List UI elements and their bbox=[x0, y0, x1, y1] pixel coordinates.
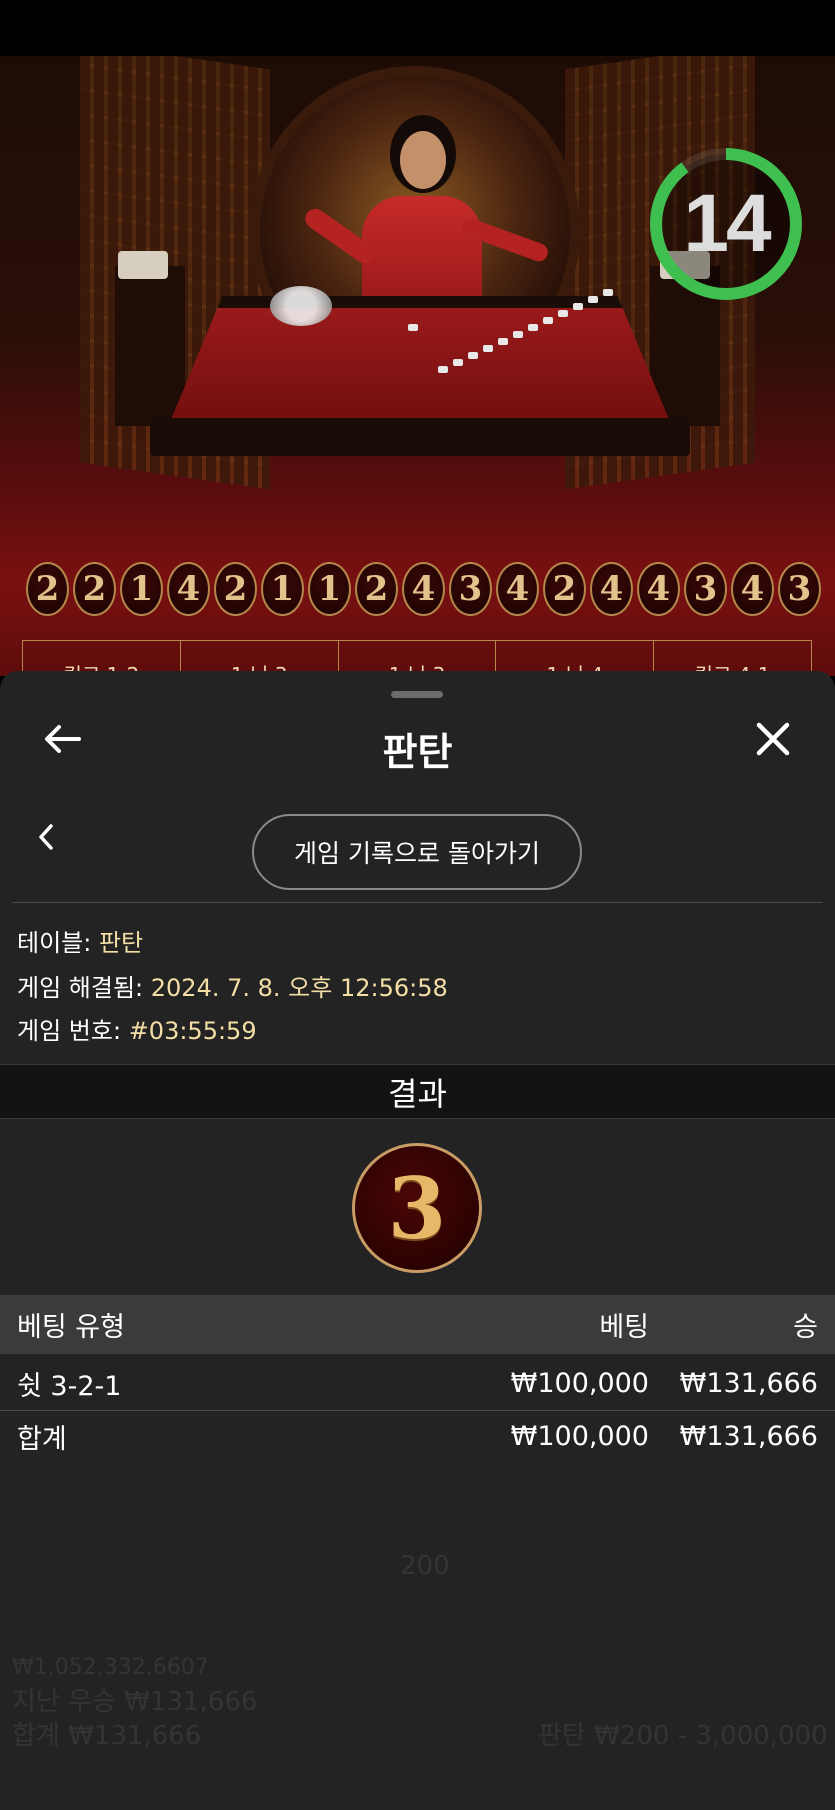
balance-ghost: ₩1,052,332.6607 bbox=[12, 1655, 209, 1680]
result-history: 22142112434244343 bbox=[26, 562, 835, 618]
history-bead: 3 bbox=[449, 562, 492, 616]
history-bead: 1 bbox=[120, 562, 163, 616]
info-game-number-label: 게임 번호: bbox=[17, 1017, 122, 1045]
total-bet: ₩100,000 bbox=[510, 1420, 649, 1452]
bonsai-pot bbox=[118, 251, 168, 279]
table-bead bbox=[543, 317, 553, 324]
history-bead: 4 bbox=[167, 562, 210, 616]
total-row: 합계 ₩100,000 ₩131,666 bbox=[0, 1410, 835, 1462]
history-bead: 2 bbox=[214, 562, 257, 616]
total-label: 합계 bbox=[17, 1423, 67, 1455]
history-bead: 4 bbox=[590, 562, 633, 616]
total-win: ₩131,666 bbox=[679, 1420, 818, 1452]
row-win: ₩131,666 bbox=[679, 1367, 818, 1399]
chevron-left-icon bbox=[39, 824, 53, 850]
history-bead: 2 bbox=[73, 562, 116, 616]
info-resolved: 게임 해결됨: 2024. 7. 8. 오후 12:56:58 bbox=[17, 968, 448, 1003]
table-bead bbox=[573, 303, 583, 310]
history-bead: 2 bbox=[26, 562, 69, 616]
dealer-head bbox=[400, 131, 446, 189]
history-bead: 1 bbox=[308, 562, 351, 616]
table-bead bbox=[603, 289, 613, 296]
info-resolved-value: 2024. 7. 8. 오후 12:56:58 bbox=[150, 974, 448, 1002]
close-button[interactable] bbox=[750, 716, 796, 762]
divider bbox=[12, 902, 823, 903]
info-table-label: 테이블: bbox=[17, 929, 92, 957]
status-bar bbox=[0, 0, 835, 56]
total-ghost: 합계 ₩131,666 bbox=[12, 1721, 202, 1751]
game-table-edge bbox=[150, 418, 690, 456]
sheet-grabber[interactable] bbox=[391, 691, 443, 698]
previous-game-button[interactable] bbox=[30, 817, 62, 857]
chip-value-ghost: 200 bbox=[400, 1551, 450, 1581]
table-bead bbox=[528, 324, 538, 331]
info-resolved-label: 게임 해결됨: bbox=[17, 974, 144, 1002]
last-win-ghost: 지난 우승 ₩131,666 bbox=[12, 1687, 258, 1717]
history-bead: 3 bbox=[684, 562, 727, 616]
history-bead: 4 bbox=[402, 562, 445, 616]
result-header: 결과 bbox=[0, 1064, 835, 1119]
info-table-value: 판탄 bbox=[98, 929, 144, 957]
side-stand-left bbox=[115, 266, 185, 426]
history-bead: 4 bbox=[637, 562, 680, 616]
table-bead bbox=[453, 359, 463, 366]
header-bet: 베팅 bbox=[599, 1312, 649, 1343]
table-bead bbox=[408, 324, 418, 331]
history-bead: 3 bbox=[778, 562, 821, 616]
game-history-sheet: 판탄 게임 기록으로 돌아가기 테이블: 판탄 게임 해결됨: 2024. 7.… bbox=[0, 671, 835, 1810]
result-ball: 3 bbox=[352, 1143, 482, 1273]
info-game-number: 게임 번호: #03:55:59 bbox=[17, 1011, 257, 1046]
table-bead bbox=[558, 310, 568, 317]
table-bead bbox=[483, 345, 493, 352]
sheet-title: 판탄 bbox=[382, 730, 453, 774]
history-bead: 1 bbox=[261, 562, 304, 616]
history-bead: 2 bbox=[543, 562, 586, 616]
row-bet: ₩100,000 bbox=[510, 1367, 649, 1399]
table-bead bbox=[438, 366, 448, 373]
row-bet-type: 쉿 3-2-1 bbox=[17, 1370, 122, 1402]
history-bead: 4 bbox=[496, 562, 539, 616]
table-bead bbox=[513, 331, 523, 338]
table-bead bbox=[588, 296, 598, 303]
close-icon bbox=[756, 722, 790, 756]
info-game-number-value: #03:55:59 bbox=[128, 1017, 257, 1045]
bead-bowl bbox=[270, 286, 332, 326]
limits-ghost: 판탄 ₩200 - 3,000,000 bbox=[538, 1721, 828, 1751]
result-value: 3 bbox=[387, 1158, 447, 1258]
countdown-timer bbox=[650, 148, 802, 300]
back-to-history-button[interactable]: 게임 기록으로 돌아가기 bbox=[252, 814, 582, 890]
info-table: 테이블: 판탄 bbox=[17, 923, 143, 958]
history-bead: 2 bbox=[355, 562, 398, 616]
header-win: 승 bbox=[793, 1312, 818, 1343]
history-bead: 4 bbox=[731, 562, 774, 616]
bet-table-header: 베팅 유형 베팅 승 bbox=[0, 1295, 835, 1354]
table-bead bbox=[468, 352, 478, 359]
table-row: 쉿 3-2-1 ₩100,000 ₩131,666 bbox=[0, 1357, 835, 1409]
table-bead bbox=[498, 338, 508, 345]
header-bet-type: 베팅 유형 bbox=[17, 1312, 125, 1343]
